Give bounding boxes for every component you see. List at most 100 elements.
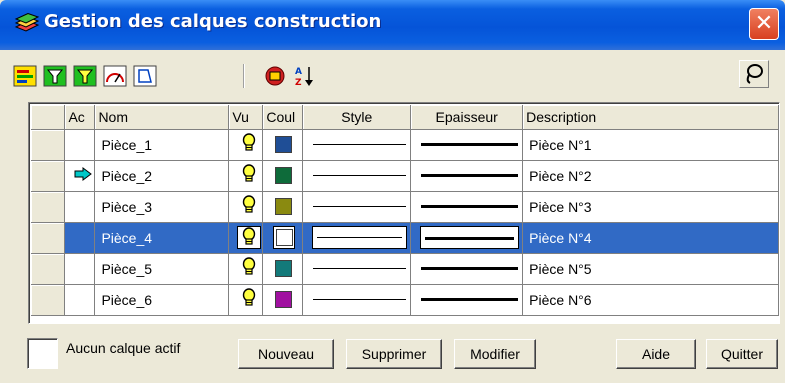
line-weight-sample bbox=[421, 298, 519, 301]
column-header-style[interactable]: Style bbox=[302, 105, 412, 130]
line-weight-cell[interactable] bbox=[410, 160, 524, 192]
column-header-epaisseur[interactable]: Epaisseur bbox=[410, 105, 524, 130]
modifier-button[interactable]: Modifier bbox=[454, 339, 536, 369]
aucun-calque-actif-checkbox[interactable] bbox=[27, 338, 58, 369]
row-header[interactable] bbox=[31, 253, 66, 285]
close-button[interactable]: ✕ bbox=[749, 8, 779, 40]
table-row[interactable]: Pièce_2 Pièce N°2 bbox=[31, 160, 779, 192]
lasso-icon bbox=[746, 64, 763, 84]
title-bar[interactable]: Gestion des calques construction ✕ bbox=[0, 0, 785, 50]
visibility-bulb-icon bbox=[242, 227, 256, 245]
column-header-ac[interactable]: Ac bbox=[64, 105, 96, 130]
quitter-button[interactable]: Quitter bbox=[706, 339, 778, 369]
description-cell[interactable]: Pièce N°1 bbox=[522, 129, 779, 161]
layer-name-cell[interactable]: Pièce_1 bbox=[94, 129, 230, 161]
line-style-sample bbox=[317, 237, 403, 238]
line-style-sample bbox=[313, 175, 407, 176]
visibility-bulb-icon bbox=[242, 195, 256, 213]
line-style-cell[interactable] bbox=[302, 160, 412, 192]
row-header[interactable] bbox=[31, 191, 66, 223]
line-style-cell[interactable] bbox=[302, 222, 412, 254]
color-cell[interactable] bbox=[262, 253, 304, 285]
supprimer-button[interactable]: Supprimer bbox=[346, 339, 442, 369]
filter-check-icon[interactable] bbox=[72, 64, 98, 88]
layer-name-cell[interactable]: Pièce_5 bbox=[94, 253, 230, 285]
line-weight-cell[interactable] bbox=[410, 253, 524, 285]
visibility-cell[interactable] bbox=[228, 160, 264, 192]
active-cell[interactable] bbox=[64, 284, 96, 316]
lasso-button[interactable] bbox=[739, 60, 769, 88]
active-cell[interactable] bbox=[64, 222, 96, 254]
line-style-cell[interactable] bbox=[302, 191, 412, 223]
table-row[interactable]: Pièce_5 Pièce N°5 bbox=[31, 253, 779, 285]
description-cell[interactable]: Pièce N°5 bbox=[522, 253, 779, 285]
row-header[interactable] bbox=[31, 160, 66, 192]
visibility-cell[interactable] bbox=[228, 284, 264, 316]
visibility-cell[interactable] bbox=[228, 253, 264, 285]
layers-icon bbox=[14, 13, 40, 32]
toolbar-separator bbox=[243, 64, 245, 88]
column-header-nom[interactable]: Nom bbox=[94, 105, 230, 130]
line-weight-sample bbox=[421, 143, 519, 146]
line-weight-cell[interactable] bbox=[410, 222, 524, 254]
row-header[interactable] bbox=[31, 222, 66, 254]
line-style-cell[interactable] bbox=[302, 253, 412, 285]
grid-header-row: Ac Nom Vu Coul Style Epaisseur Descripti… bbox=[31, 105, 779, 130]
layers-grid[interactable]: Ac Nom Vu Coul Style Epaisseur Descripti… bbox=[28, 102, 780, 324]
layer-name-cell[interactable]: Pièce_4 bbox=[94, 222, 230, 254]
svg-text:A: A bbox=[295, 67, 302, 77]
line-style-cell[interactable] bbox=[302, 284, 412, 316]
column-header-description[interactable]: Description bbox=[522, 105, 779, 130]
table-row[interactable]: Pièce_3 Pièce N°3 bbox=[31, 191, 779, 223]
aucun-calque-actif-label: Aucun calque actif bbox=[66, 340, 181, 356]
visibility-cell[interactable] bbox=[228, 222, 264, 254]
active-cell[interactable] bbox=[64, 160, 96, 192]
color-swatch bbox=[275, 260, 293, 277]
row-header[interactable] bbox=[31, 129, 66, 161]
column-header-coul[interactable]: Coul bbox=[262, 105, 304, 130]
layer-name-cell[interactable]: Pièce_6 bbox=[94, 284, 230, 316]
active-cell[interactable] bbox=[64, 253, 96, 285]
layer-name-cell[interactable]: Pièce_3 bbox=[94, 191, 230, 223]
line-weight-sample bbox=[421, 267, 519, 270]
nouveau-button[interactable]: Nouveau bbox=[238, 339, 334, 369]
svg-text:Z: Z bbox=[295, 78, 302, 88]
aide-button[interactable]: Aide bbox=[616, 339, 696, 369]
layers-group-icon[interactable] bbox=[262, 64, 288, 88]
description-cell[interactable]: Pièce N°4 bbox=[522, 222, 779, 254]
color-cell[interactable] bbox=[262, 160, 304, 192]
header-corner bbox=[31, 105, 66, 130]
color-swatch bbox=[275, 136, 293, 153]
table-row[interactable]: Pièce_1 Pièce N°1 bbox=[31, 129, 779, 161]
layer-name-cell[interactable]: Pièce_2 bbox=[94, 160, 230, 192]
table-row[interactable]: Pièce_6 Pièce N°6 bbox=[31, 284, 779, 316]
layer-edit-icon[interactable] bbox=[12, 64, 38, 88]
table-row[interactable]: Pièce_4 Pièce N°4 bbox=[31, 222, 779, 254]
color-cell[interactable] bbox=[262, 129, 304, 161]
line-weight-cell[interactable] bbox=[410, 129, 524, 161]
visibility-bulb-icon bbox=[242, 133, 256, 151]
visibility-cell[interactable] bbox=[228, 129, 264, 161]
filter-icon[interactable] bbox=[42, 64, 68, 88]
color-cell[interactable] bbox=[262, 222, 304, 254]
color-swatch bbox=[275, 291, 293, 308]
line-weight-cell[interactable] bbox=[410, 191, 524, 223]
line-weight-sample bbox=[425, 237, 515, 240]
color-cell[interactable] bbox=[262, 284, 304, 316]
sort-az-icon[interactable]: A Z bbox=[292, 64, 318, 88]
calque-icon[interactable] bbox=[132, 64, 158, 88]
line-weight-cell[interactable] bbox=[410, 284, 524, 316]
description-cell[interactable]: Pièce N°2 bbox=[522, 160, 779, 192]
column-header-vu[interactable]: Vu bbox=[228, 105, 264, 130]
gauge-icon[interactable] bbox=[102, 64, 128, 88]
row-header[interactable] bbox=[31, 284, 66, 316]
active-cell[interactable] bbox=[64, 191, 96, 223]
description-cell[interactable]: Pièce N°6 bbox=[522, 284, 779, 316]
color-cell[interactable] bbox=[262, 191, 304, 223]
toolbar: A Z bbox=[0, 50, 785, 108]
line-style-cell[interactable] bbox=[302, 129, 412, 161]
color-swatch bbox=[275, 229, 293, 246]
visibility-cell[interactable] bbox=[228, 191, 264, 223]
active-cell[interactable] bbox=[64, 129, 96, 161]
description-cell[interactable]: Pièce N°3 bbox=[522, 191, 779, 223]
